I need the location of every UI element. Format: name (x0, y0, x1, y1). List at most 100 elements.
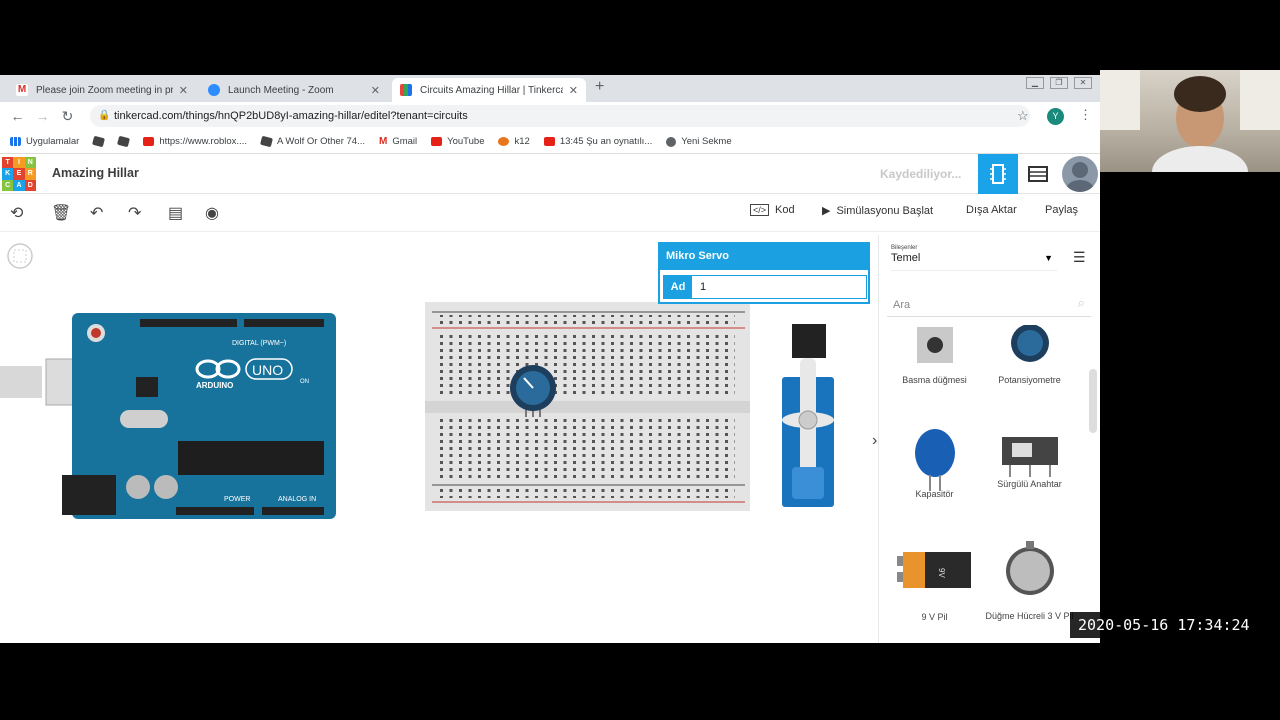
bookmark-label: Uygulamalar (26, 136, 80, 147)
bookmark-youtube-video[interactable]: 13:45 Şu an oynatılı... (543, 136, 652, 147)
arduino-board[interactable]: ARDUINO UNO DIGITAL (PWM~) ON POWER ANAL… (0, 313, 336, 519)
bookmark-apps[interactable]: Uygulamalar (10, 136, 79, 147)
star-icon[interactable]: ☆ (1017, 108, 1029, 124)
video-timestamp: 2020-05-16 17:34:24 (1070, 612, 1280, 638)
bookmark-roblox-1[interactable] (92, 135, 106, 148)
visibility-icon[interactable]: ◉ (205, 203, 219, 223)
component-potentiometer[interactable]: Potansiyometre (982, 324, 1077, 385)
tinkercad-logo[interactable]: T I N K E R C A D (2, 157, 36, 191)
save-status: Kaydediliyor... (880, 167, 962, 181)
youtube-icon (431, 137, 443, 146)
component-coin-cell[interactable]: Düğme Hücreli 3 V Pil (982, 537, 1077, 621)
arduino-brand-text: ARDUINO (196, 381, 233, 390)
roblox-icon (260, 135, 273, 148)
circuit-view-button[interactable] (978, 154, 1018, 194)
logo-letter: A (13, 179, 25, 191)
roblox-icon (117, 135, 131, 148)
bookmark-youtube[interactable]: YouTube (431, 136, 484, 147)
minimize-button[interactable]: ▁ (1026, 77, 1044, 89)
component-slide-switch[interactable]: Sürgülü Anahtar (982, 425, 1077, 489)
tab-tinkercad[interactable]: Circuits Amazing Hillar | Tinkerca ✕ (392, 78, 586, 102)
maximize-button[interactable]: ❐ (1050, 77, 1068, 89)
address-bar-row: ← → ↻ 🔒 tinkercad.com/things/hnQP2bUD8yI… (0, 102, 1100, 130)
bookmark-label: A Wolf Or Other 74... (276, 136, 365, 147)
component-capacitor[interactable]: Kapasitör (887, 425, 982, 499)
start-simulation-button[interactable]: ▶ Simülasyonu Başlat (822, 204, 934, 218)
list-icon (1028, 166, 1048, 182)
delete-icon[interactable]: 🗑 (51, 203, 71, 223)
breadboard-icon (990, 164, 1006, 184)
forward-icon[interactable]: → (30, 108, 55, 124)
bookmark-new-tab[interactable]: Yeni Sekme (666, 136, 732, 147)
user-avatar[interactable] (1062, 156, 1098, 192)
code-label: Kod (775, 204, 795, 216)
breadboard[interactable] (425, 302, 750, 511)
notes-icon[interactable]: ▤ (168, 203, 183, 223)
name-row: Ad 1 (663, 275, 867, 299)
globe-icon (666, 136, 677, 147)
tab-title: Please join Zoom meeting in pro (36, 84, 173, 96)
component-label: 9 V Pil (921, 612, 948, 622)
battery-icon: 9V (896, 552, 971, 588)
bookmark-label: Gmail (392, 136, 418, 147)
component-9v-battery[interactable]: 9V 9 V Pil (887, 540, 982, 622)
share-button[interactable]: Paylaş (1045, 204, 1078, 216)
pushbutton-icon (916, 327, 953, 363)
analog-label: ANALOG IN (278, 496, 316, 503)
bookmark-roblox-2[interactable] (117, 135, 131, 148)
new-tab-button[interactable]: + (595, 78, 604, 96)
close-window-button[interactable]: ✕ (1074, 77, 1092, 89)
bookmark-label: Yeni Sekme (681, 136, 732, 147)
code-button[interactable]: </> Kod (750, 204, 795, 216)
capacitor-icon (914, 429, 955, 491)
panel-scrollbar[interactable] (1089, 369, 1097, 433)
tab-zoom-launch[interactable]: Launch Meeting - Zoom ✕ (200, 78, 388, 102)
tab-zoom-invite[interactable]: M Please join Zoom meeting in pro ✕ (8, 78, 196, 102)
component-label: Düğme Hücreli 3 V Pil (985, 611, 1074, 621)
coin-cell-icon (1005, 541, 1054, 595)
back-icon[interactable]: ← (5, 108, 30, 124)
gmail-icon: M (16, 84, 28, 96)
profile-avatar[interactable]: Y (1047, 108, 1064, 125)
category-value: Temel (891, 252, 921, 264)
power-label: POWER (224, 496, 250, 503)
tab-bar: M Please join Zoom meeting in pro ✕ Laun… (0, 75, 1100, 102)
category-dropdown[interactable]: Bileşenler Temel ▼ (891, 245, 1057, 271)
list-view-icon[interactable]: ☰ (1073, 249, 1086, 266)
url-text: tinkercad.com/things/hnQP2bUD8yI-amazing… (114, 110, 468, 122)
component-label: Basma düğmesi (902, 375, 967, 385)
close-icon[interactable]: ✕ (179, 84, 188, 97)
component-pushbutton[interactable]: Basma düğmesi (887, 325, 982, 385)
collapse-panel-icon[interactable]: › (872, 432, 877, 449)
project-name[interactable]: Amazing Hillar (52, 166, 139, 180)
logo-letter: C (2, 179, 14, 191)
menu-icon[interactable]: ⋮ (1079, 107, 1092, 123)
url-field[interactable]: 🔒 tinkercad.com/things/hnQP2bUD8yI-amazi… (90, 105, 1030, 127)
export-button[interactable]: Dışa Aktar (966, 204, 1017, 216)
bookmark-k12[interactable]: k12 (498, 136, 530, 147)
search-icon: ⌕ (1077, 295, 1085, 310)
bookmark-gmail[interactable]: M Gmail (379, 136, 417, 147)
search-field[interactable]: Ara ⌕ (887, 291, 1091, 317)
tinkercad-icon (400, 84, 412, 96)
bookmark-roblox-url[interactable]: https://www.roblox.... (143, 136, 247, 147)
schematic-view-button[interactable] (1028, 166, 1048, 182)
on-label: ON (300, 379, 309, 385)
simulate-label: Simülasyonu Başlat (836, 204, 934, 217)
close-icon[interactable]: ✕ (569, 84, 578, 97)
battery-text: 9V (937, 568, 946, 578)
bookmark-wolf[interactable]: A Wolf Or Other 74... (260, 135, 365, 148)
reload-icon[interactable]: ↻ (55, 108, 80, 125)
k12-icon (498, 137, 510, 146)
bookmarks-bar: Uygulamalar https://www.roblox.... A Wol… (0, 130, 1100, 154)
undo-icon[interactable]: ↶ (90, 203, 103, 223)
redo-icon[interactable]: ↷ (128, 203, 141, 223)
rotate-icon[interactable]: ⟲ (10, 203, 23, 223)
webcam-person-image (1100, 70, 1280, 172)
name-input[interactable]: 1 (692, 276, 706, 298)
close-icon[interactable]: ✕ (371, 84, 380, 97)
export-label: Dışa Aktar (966, 204, 1017, 216)
micro-servo[interactable] (782, 324, 834, 507)
logo-letter: N (24, 157, 36, 169)
zoom-fit-icon[interactable] (7, 243, 33, 269)
